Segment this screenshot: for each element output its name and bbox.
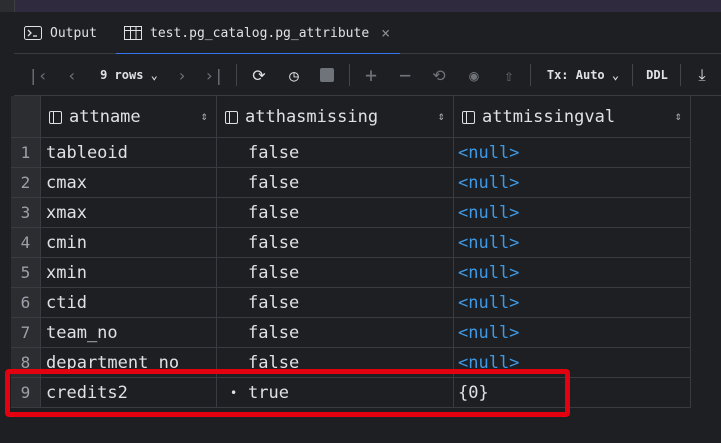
column-header-label: attname <box>69 106 141 127</box>
pin-icon[interactable]: ⤓ <box>690 54 714 96</box>
sort-icon[interactable]: ⇕ <box>675 109 682 123</box>
history-clock-icon[interactable]: ◷ <box>282 54 306 96</box>
refresh-icon[interactable]: ⟳ <box>247 54 271 96</box>
tx-mode-label: Tx: Auto <box>546 68 605 82</box>
chevron-down-icon: ⌄ <box>150 68 158 82</box>
cell-attmissingval-null[interactable]: <null> <box>454 288 691 318</box>
column-icon <box>225 110 238 124</box>
cell-attmissingval-null[interactable]: <null> <box>454 228 691 258</box>
row-number[interactable]: 4 <box>11 228 41 258</box>
column-header-label: attmissingval <box>482 106 616 127</box>
column-icon <box>462 110 475 124</box>
row-number-header <box>11 96 41 138</box>
next-page-icon[interactable]: › <box>172 54 192 96</box>
transaction-mode-dropdown[interactable]: Tx: Auto ⌄ <box>542 54 624 96</box>
cell-atthasmissing[interactable]: false <box>217 228 454 258</box>
table-row[interactable]: 6 ctid false <null> <box>11 288 691 318</box>
sort-icon[interactable]: ⇕ <box>438 109 445 123</box>
preview-changes-icon[interactable]: ◉ <box>462 54 486 96</box>
close-icon[interactable]: × <box>381 24 390 42</box>
rows-count-dropdown[interactable]: 9 rows ⌄ <box>94 54 164 96</box>
column-header-atthasmissing[interactable]: atthasmissing ⇕ <box>217 96 454 138</box>
table-row[interactable]: 4 cmin false <null> <box>11 228 691 258</box>
cell-attname[interactable]: team_no <box>41 318 217 348</box>
cell-attmissingval-null[interactable]: <null> <box>454 198 691 228</box>
row-number[interactable]: 2 <box>11 168 41 198</box>
cell-atthasmissing[interactable]: false <box>217 318 454 348</box>
submit-up-arrow-icon[interactable]: ⇧ <box>498 54 520 96</box>
row-number[interactable]: 6 <box>11 288 41 318</box>
first-page-icon[interactable]: |‹ <box>26 54 50 96</box>
cell-attname[interactable]: cmin <box>41 228 217 258</box>
cell-attname[interactable]: ctid <box>41 288 217 318</box>
cell-attmissingval-null[interactable]: <null> <box>454 258 691 288</box>
result-grid: attname ⇕ atthasmissing ⇕ attmissingval … <box>11 96 691 408</box>
tab-output[interactable]: Output <box>24 12 97 54</box>
cell-atthasmissing[interactable]: false <box>217 198 454 228</box>
cell-atthasmissing[interactable]: false <box>217 258 454 288</box>
tab-output-label: Output <box>50 25 97 41</box>
row-number[interactable]: 5 <box>11 258 41 288</box>
tab-result-table[interactable]: test.pg_catalog.pg_attribute × <box>115 12 401 55</box>
sort-icon[interactable]: ⇕ <box>201 109 208 123</box>
window-top-strip <box>0 0 721 12</box>
stop-icon[interactable] <box>316 54 338 96</box>
ddl-button[interactable]: DDL <box>642 54 672 96</box>
table-row[interactable]: 3 xmax false <null> <box>11 198 691 228</box>
tool-window-tabs: Output test.pg_catalog.pg_attribute × <box>14 12 721 55</box>
add-row-icon[interactable]: + <box>360 54 382 96</box>
cell-attname[interactable]: xmax <box>41 198 217 228</box>
cell-attmissingval-null[interactable]: <null> <box>454 168 691 198</box>
cell-attname[interactable]: cmax <box>41 168 217 198</box>
column-header-label: atthasmissing <box>245 106 379 127</box>
row-number[interactable]: 7 <box>11 318 41 348</box>
cell-attname[interactable]: tableoid <box>41 138 217 168</box>
cell-attmissingval-null[interactable]: <null> <box>454 318 691 348</box>
column-header-attname[interactable]: attname ⇕ <box>41 96 217 138</box>
table-row[interactable]: 2 cmax false <null> <box>11 168 691 198</box>
last-page-icon[interactable]: ›| <box>202 54 226 96</box>
chevron-down-icon: ⌄ <box>611 68 620 82</box>
cell-attmissingval-null[interactable]: <null> <box>454 138 691 168</box>
row-number[interactable]: 1 <box>11 138 41 168</box>
rows-count-label: 9 rows <box>100 68 144 82</box>
table-icon <box>124 26 142 40</box>
table-row[interactable]: 7 team_no false <null> <box>11 318 691 348</box>
table-row[interactable]: 1 tableoid false <null> <box>11 138 691 168</box>
cell-atthasmissing[interactable]: false <box>217 168 454 198</box>
column-icon <box>49 110 62 124</box>
result-toolbar: |‹ ‹ 9 rows ⌄ › ›| ⟳ ◷ + − ⟲ ◉ ⇧ Tx: Aut… <box>14 54 721 96</box>
delete-row-icon[interactable]: − <box>394 54 416 96</box>
previous-page-icon[interactable]: ‹ <box>62 54 82 96</box>
console-icon <box>24 26 42 40</box>
red-highlight-box <box>5 369 570 417</box>
revert-icon[interactable]: ⟲ <box>428 54 450 96</box>
cell-attname[interactable]: xmin <box>41 258 217 288</box>
column-header-attmissingval[interactable]: attmissingval ⇕ <box>454 96 691 138</box>
tab-result-label: test.pg_catalog.pg_attribute <box>150 25 370 41</box>
cell-atthasmissing[interactable]: false <box>217 138 454 168</box>
row-number[interactable]: 3 <box>11 198 41 228</box>
cell-atthasmissing[interactable]: false <box>217 288 454 318</box>
table-row[interactable]: 5 xmin false <null> <box>11 258 691 288</box>
